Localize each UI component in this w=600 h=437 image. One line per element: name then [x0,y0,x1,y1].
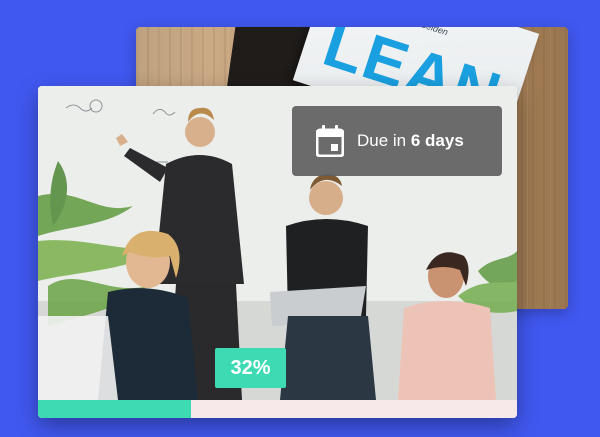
course-card-stack: ed with Josh Seiden LEAN [0,0,600,437]
due-prefix: Due in [357,131,411,150]
progress-track [38,400,517,418]
calendar-icon [315,125,345,158]
progress-percent-badge: 32% [215,348,286,388]
due-date-badge: Due in 6 days [292,106,502,176]
progress-fill [38,400,191,418]
due-days: 6 days [410,131,464,150]
due-date-text: Due in 6 days [357,131,464,151]
